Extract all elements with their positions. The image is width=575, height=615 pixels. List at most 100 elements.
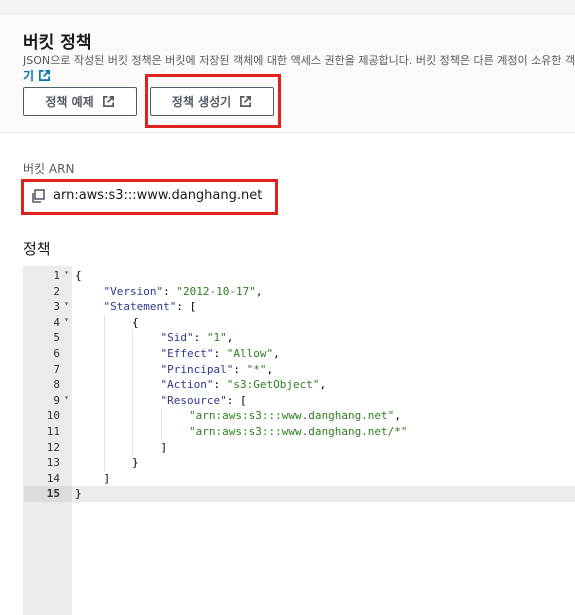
indent-guide [132, 392, 133, 409]
json-string: "Allow" [226, 347, 274, 360]
json-punctuation: : [213, 347, 227, 360]
code-line: "Statement": [ [72, 299, 575, 315]
line-number: 3 ▾ [24, 299, 72, 315]
line-number-text: 14 [46, 471, 60, 485]
indent-guide [103, 330, 105, 346]
indent-guide [160, 424, 162, 440]
json-punctuation: , [266, 362, 274, 376]
policy-examples-label: 정책 예제 [45, 95, 94, 109]
json-punctuation: } [75, 487, 82, 501]
json-key: "Version" [103, 284, 164, 298]
json-punctuation: ] [160, 440, 168, 454]
json-string: "arn:aws:s3:::www.danghang.net/*" [189, 425, 408, 438]
json-punctuation: , [255, 284, 263, 298]
json-string: "*" [246, 362, 267, 376]
highlight-box-arn [21, 179, 278, 215]
indent-guide [132, 377, 133, 393]
editor-gutter: 1 ▾ 2 3 ▾ 4 ▾ 5 6 7 8 9 ▾ 10 11 12 13 14 15 [24, 266, 72, 615]
json-punctuation: , [273, 347, 280, 360]
line-number-text: 12 [46, 440, 60, 454]
line-number-text: 11 [46, 425, 60, 438]
fold-arrow-icon[interactable]: ▾ [64, 393, 69, 402]
section-title: 버킷 정책 [23, 33, 92, 53]
indent-guide [160, 408, 162, 424]
json-punctuation: : [ [176, 300, 197, 314]
bucket-arn-label: 버킷 ARN [23, 162, 75, 176]
json-punctuation: } [132, 456, 139, 470]
section-description: JSON으로 작성된 버킷 정책은 버킷에 저장된 객체에 대한 액세스 권한을… [23, 54, 575, 67]
json-punctuation: , [226, 331, 234, 345]
external-link-icon [102, 96, 114, 107]
code-line: "Action": "s3:GetObject", [72, 377, 575, 393]
line-number: 6 [24, 346, 72, 362]
line-number: 8 [24, 377, 72, 393]
line-number: 7 [24, 362, 72, 378]
description-link-text[interactable]: 기 [23, 67, 34, 84]
json-key: "Resource" [160, 393, 227, 407]
line-number-text: 5 [53, 331, 60, 345]
line-number: 11 [24, 424, 72, 440]
indent-guide [132, 439, 133, 456]
indent-guide [103, 392, 105, 409]
code-line: { [72, 268, 575, 284]
json-key: "Effect" [160, 347, 214, 360]
line-number-text: 3 [53, 300, 60, 314]
json-punctuation: : [ [226, 393, 247, 407]
json-punctuation: ] [103, 471, 111, 485]
line-number: 4 ▾ [24, 315, 72, 331]
external-link-icon [39, 70, 51, 81]
fold-arrow-icon[interactable]: ▾ [64, 268, 69, 277]
fold-arrow-icon[interactable]: ▾ [64, 315, 69, 324]
json-string: "arn:aws:s3:::www.danghang.net" [189, 409, 395, 423]
line-number-text: 13 [46, 456, 60, 470]
line-number-text: 1 [53, 269, 60, 282]
code-line: "Sid": "1", [72, 330, 575, 346]
json-punctuation: : [193, 331, 207, 345]
json-key: "Principal" [160, 362, 234, 376]
line-number: 2 [24, 284, 72, 300]
code-line: } [72, 486, 575, 503]
code-line: "Version": "2012-10-17", [72, 284, 575, 300]
description-link[interactable]: 기 [23, 67, 51, 84]
line-number-text: 7 [53, 362, 60, 376]
editor-code-area[interactable]: {"Version": "2012-10-17", "Statement": [{… [72, 266, 575, 615]
indent-guide [132, 346, 133, 362]
indent-guide [132, 361, 133, 378]
json-punctuation: : [233, 362, 247, 376]
line-number-text: 10 [46, 409, 60, 423]
indent-guide [103, 424, 105, 440]
json-key: "Action" [160, 378, 214, 392]
indent-guide [103, 408, 105, 424]
code-line: "arn:aws:s3:::www.danghang.net/*" [72, 424, 575, 440]
line-number-text: 4 [53, 315, 60, 329]
code-line: "Resource": [ [72, 393, 575, 409]
line-number: 14 [24, 471, 72, 487]
code-line: { [72, 315, 575, 331]
line-number-text: 6 [53, 347, 60, 360]
json-punctuation: { [132, 315, 139, 329]
indent-guide [103, 346, 105, 362]
json-punctuation: , [394, 409, 401, 423]
policy-label: 정책 [23, 240, 51, 258]
indent-guide [132, 330, 133, 346]
indent-guide [103, 455, 105, 471]
indent-guide [103, 361, 105, 378]
code-line: ] [72, 440, 575, 456]
line-number-text: 8 [53, 378, 60, 392]
line-number: 9 ▾ [24, 393, 72, 409]
indent-guide [103, 314, 105, 331]
json-punctuation: { [75, 269, 82, 282]
policy-examples-button[interactable]: 정책 예제 [23, 87, 137, 116]
json-string: "1" [206, 331, 227, 345]
line-number: 13 [24, 455, 72, 471]
fold-arrow-icon[interactable]: ▾ [64, 299, 69, 308]
json-punctuation: , [319, 378, 327, 392]
policy-editor[interactable]: 1 ▾ 2 3 ▾ 4 ▾ 5 6 7 8 9 ▾ 10 11 12 13 14 15 {"Version": "2… [23, 266, 575, 615]
json-string: "s3:GetObject" [226, 378, 320, 392]
json-key: "Sid" [160, 331, 194, 345]
line-number: 15 [24, 486, 72, 503]
json-punctuation: : [213, 378, 227, 392]
highlight-box-generator [145, 74, 281, 128]
json-punctuation: : [163, 284, 177, 298]
code-line: "Effect": "Allow", [72, 346, 575, 362]
